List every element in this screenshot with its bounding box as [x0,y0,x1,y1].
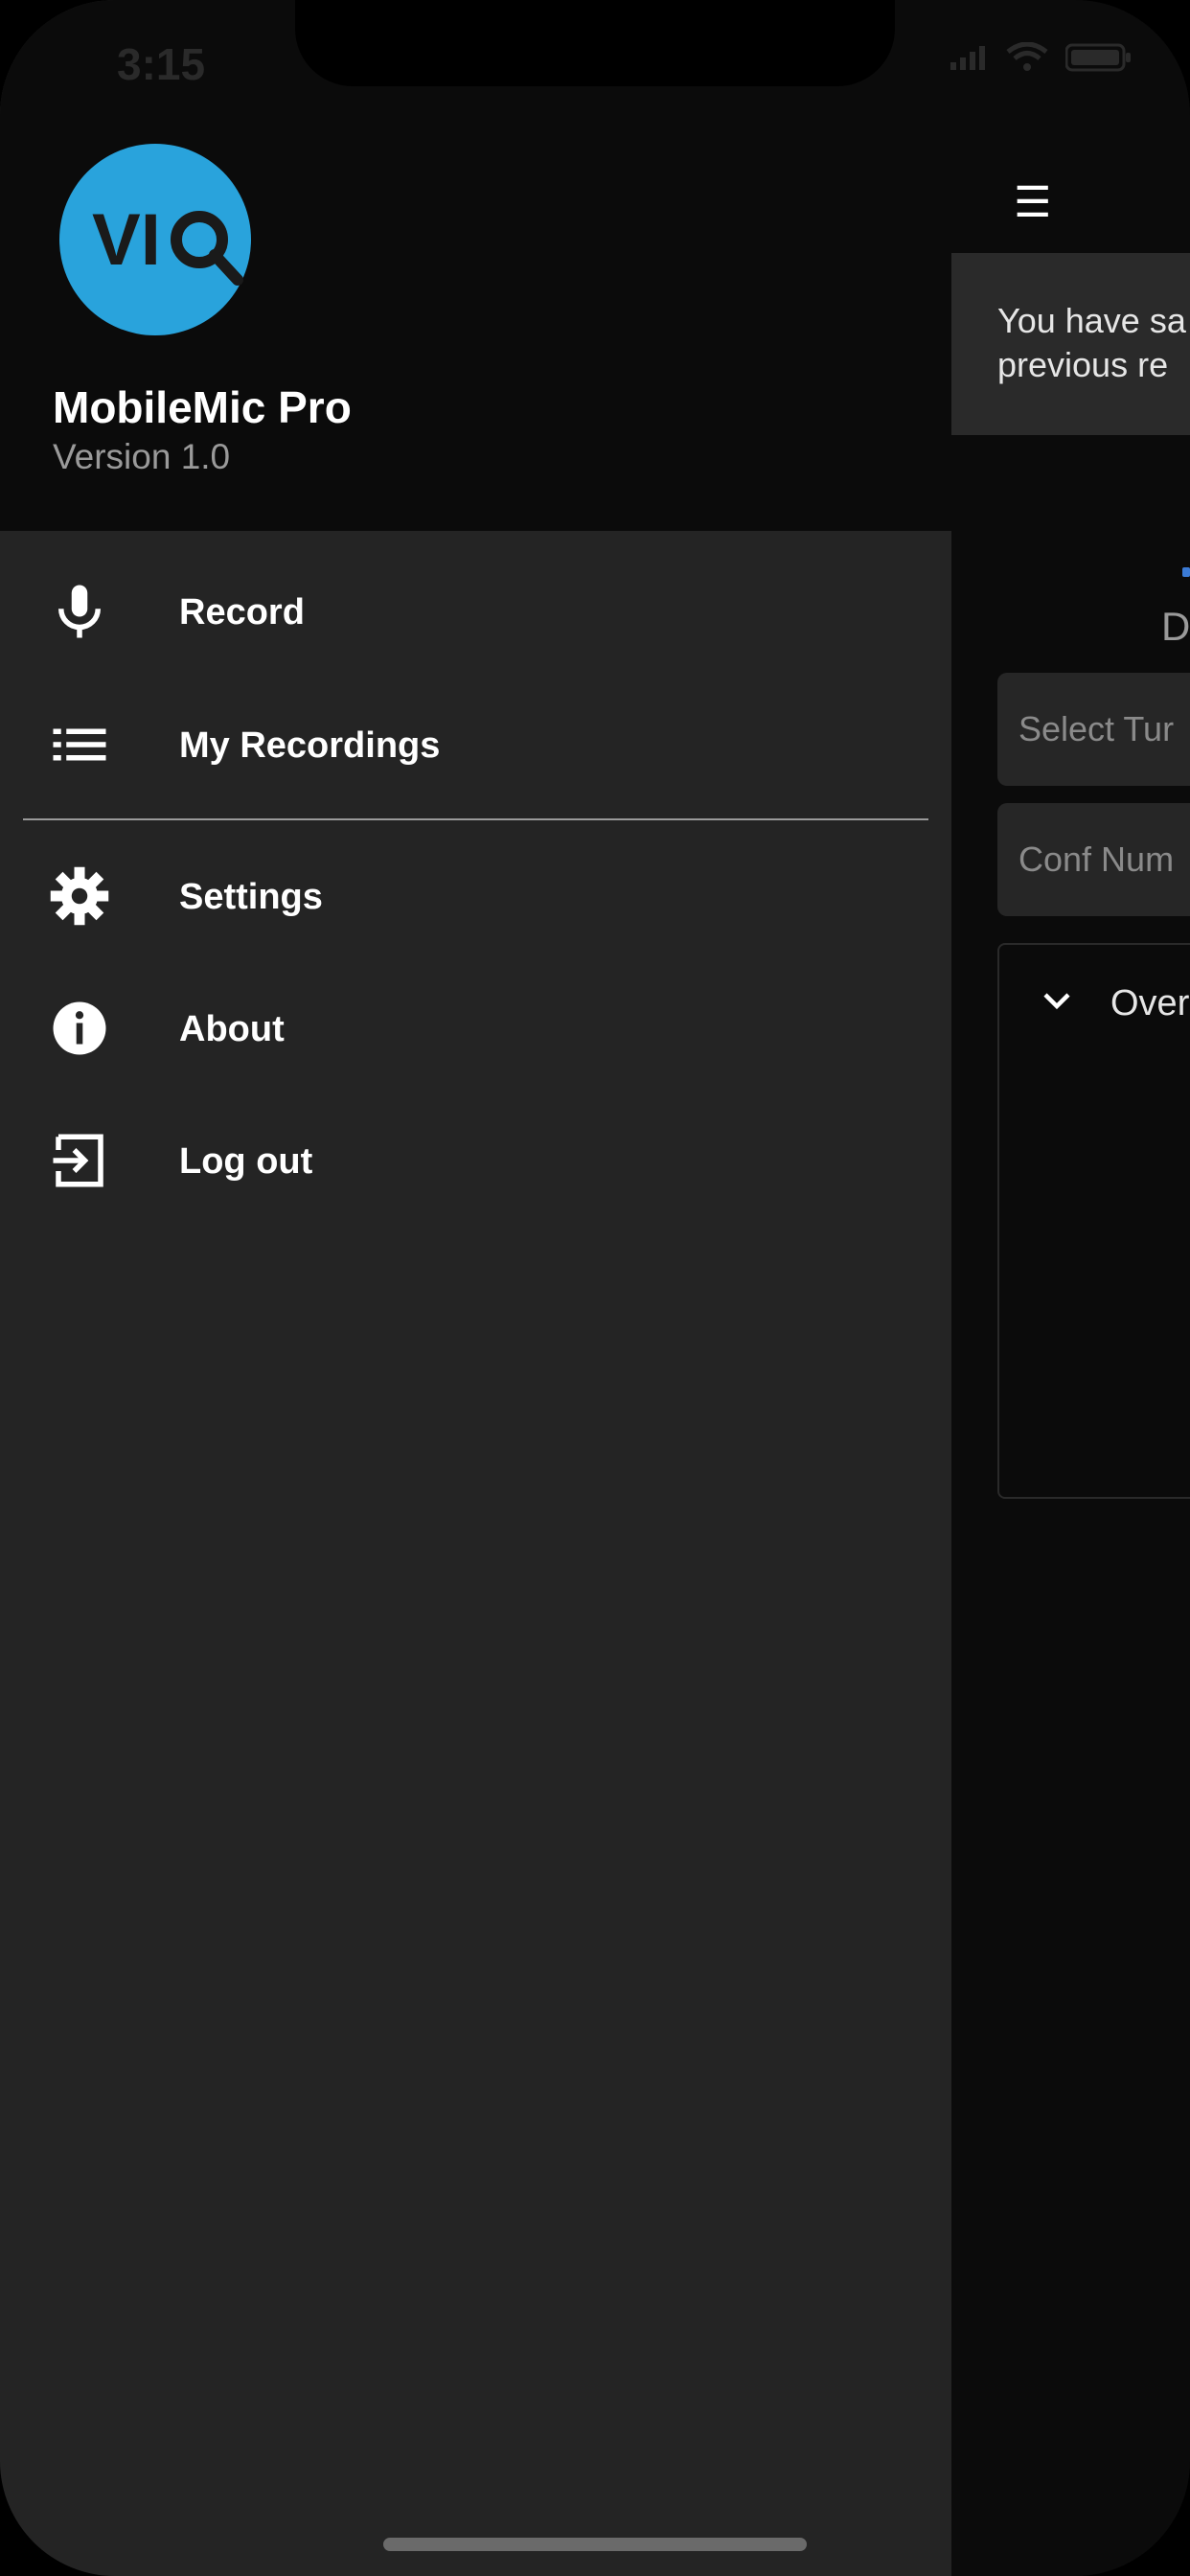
signal-icon [950,46,985,70]
app-name: MobileMic Pro [53,382,352,432]
microphone-icon [58,585,101,638]
select-placeholder: Select Tur [1018,709,1175,748]
banner-line-2: previous re [997,345,1169,384]
menu-label-about: About [179,1009,285,1049]
phone-screen: ☰ You have sa previous re D Select Tur C… [0,0,1190,2576]
app-version: Version 1.0 [53,437,231,476]
list-icon [53,728,106,761]
menu-item-my-recordings[interactable]: My Recordings [0,687,951,802]
menu-label-log-out: Log out [179,1141,313,1182]
menu-label-my-recordings: My Recordings [179,725,441,766]
section-label: D [1161,604,1190,649]
conf-placeholder: Conf Num [1018,840,1175,879]
app-logo: VI [59,144,251,335]
device-notch [295,0,895,86]
menu-item-log-out[interactable]: Log out [0,1103,951,1218]
home-indicator[interactable] [383,2538,807,2551]
panel-title[interactable]: Over [1110,983,1189,1024]
accent-mark [1182,567,1190,577]
info-banner: You have sa previous re [951,253,1190,435]
svg-text:VI: VI [92,199,161,281]
menu-label-settings: Settings [179,877,323,917]
viq-logo-icon: VI [92,199,243,286]
banner-line-1: You have sa [997,301,1186,340]
menu-label-record: Record [179,592,305,632]
overview-panel: Over [997,943,1190,1499]
conf-number-field[interactable]: Conf Num [997,803,1190,916]
menu-item-settings[interactable]: Settings [0,839,951,954]
menu-item-about[interactable]: About [0,971,951,1086]
select-field[interactable]: Select Tur [997,673,1190,786]
status-bar: 3:15 [0,0,1190,144]
status-icons [950,42,1133,73]
hamburger-icon[interactable]: ☰ [1014,178,1051,227]
logout-icon [53,1134,103,1187]
status-time: 3:15 [117,39,206,89]
menu-divider [23,818,928,820]
menu-item-record[interactable]: Record [0,554,951,669]
chevron-down-icon[interactable] [1040,983,1074,1018]
gear-icon [50,866,109,926]
info-icon [53,1001,106,1055]
wifi-icon [1006,42,1048,71]
battery-icon [1065,43,1131,72]
navigation-drawer: VI MobileMic Pro Version 1.0 Record My R… [0,0,951,2576]
